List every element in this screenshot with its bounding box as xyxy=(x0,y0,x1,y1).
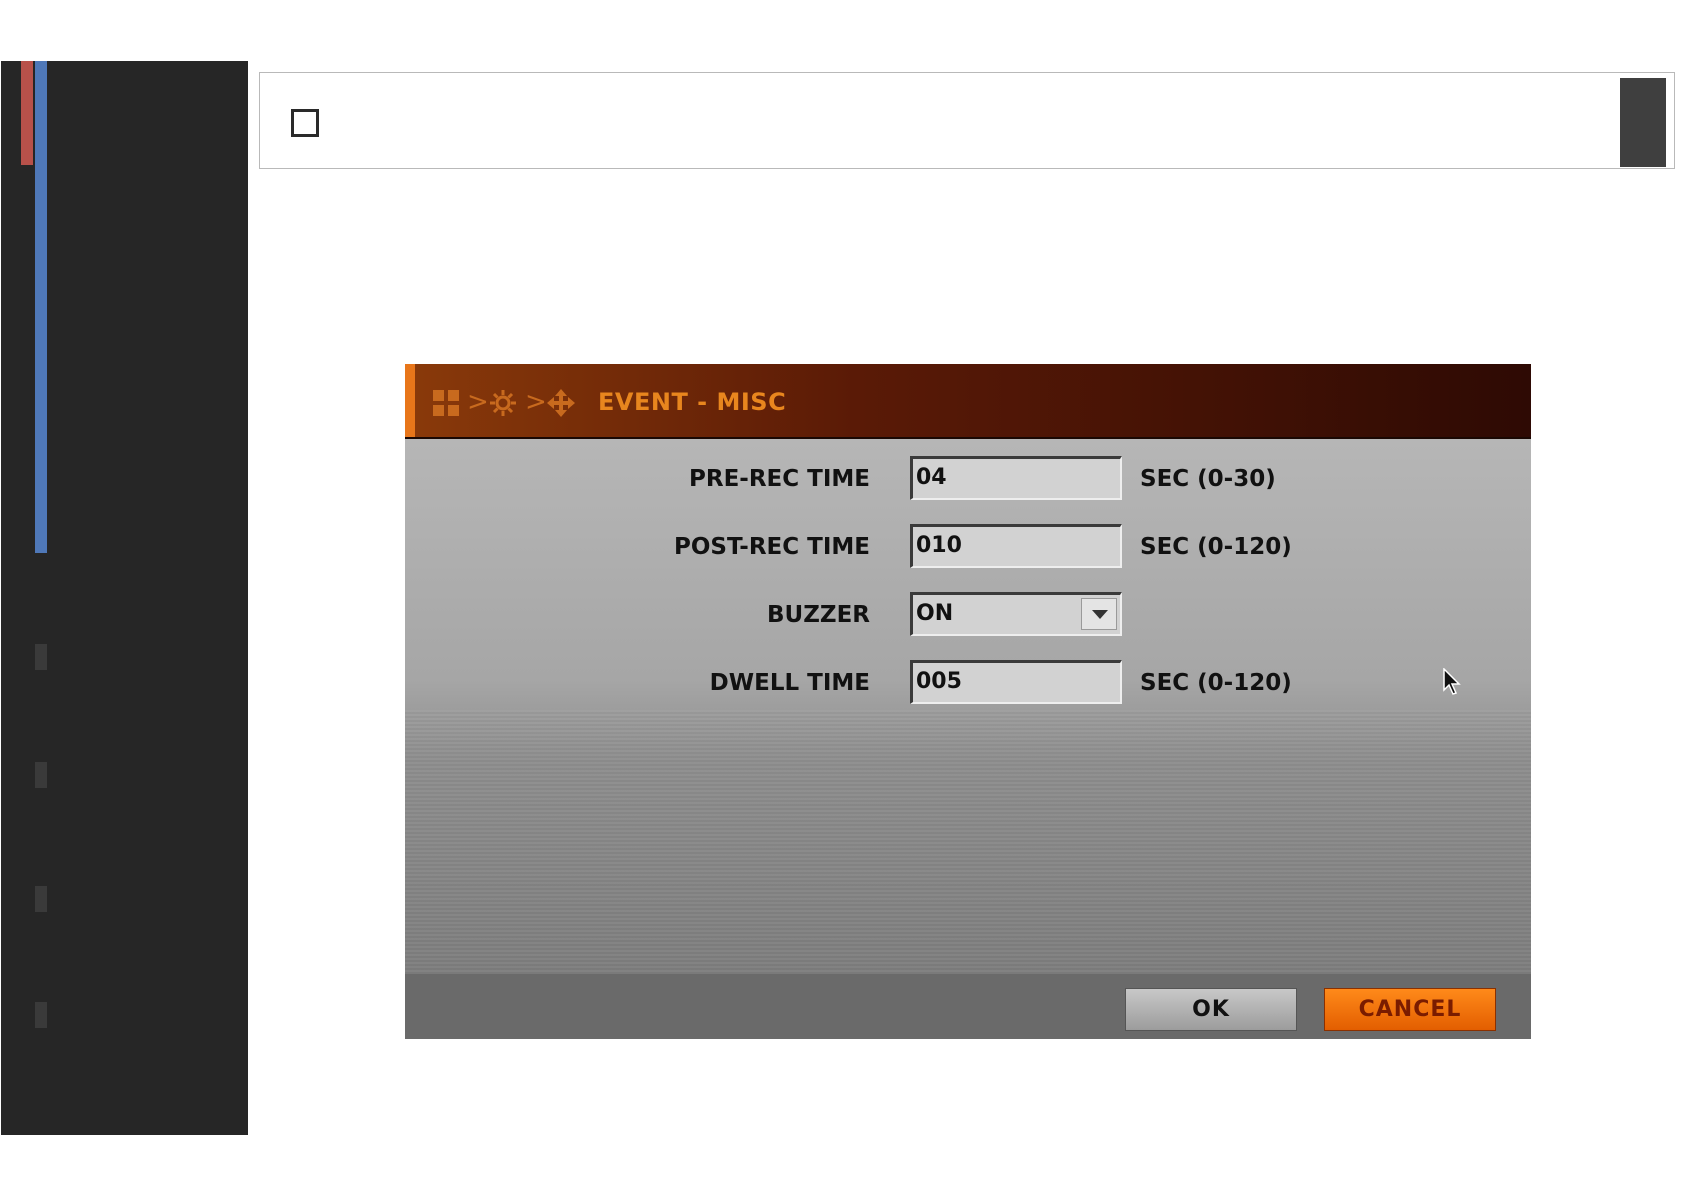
dialog-body: PRE-REC TIME 04 SEC (0-30) POST-REC TIME… xyxy=(405,439,1531,974)
pre-rec-time-unit: SEC (0-30) xyxy=(1140,466,1276,492)
buzzer-selected-value: ON xyxy=(916,601,954,626)
dialog-footer: OK CANCEL xyxy=(405,974,1531,1039)
breadcrumb-separator: > xyxy=(467,387,489,417)
pre-rec-time-label: PRE-REC TIME xyxy=(689,466,870,492)
event-misc-dialog: > > EVENT - MISC PRE-REC TIME 04 SEC (0-… xyxy=(405,364,1531,1039)
checkbox[interactable] xyxy=(291,109,319,137)
dialog-title-bar: > > EVENT - MISC xyxy=(405,364,1531,439)
title-accent-stripe xyxy=(405,364,415,437)
side-marker[interactable] xyxy=(35,644,47,670)
pre-rec-time-input[interactable]: 04 xyxy=(910,456,1122,500)
cancel-button[interactable]: CANCEL xyxy=(1324,988,1496,1031)
dwell-time-unit: SEC (0-120) xyxy=(1140,670,1292,696)
move-icon xyxy=(546,388,576,418)
top-toolbar xyxy=(259,72,1675,169)
toolbar-handle-button[interactable] xyxy=(1620,78,1666,167)
dwell-time-input[interactable]: 005 xyxy=(910,660,1122,704)
side-marker[interactable] xyxy=(35,762,47,788)
grid-icon xyxy=(433,390,459,416)
buzzer-label: BUZZER xyxy=(767,602,870,628)
blue-indicator-bar xyxy=(35,61,47,553)
post-rec-time-label: POST-REC TIME xyxy=(674,534,870,560)
left-side-panel xyxy=(1,61,248,1135)
post-rec-time-input[interactable]: 010 xyxy=(910,524,1122,568)
side-marker[interactable] xyxy=(35,1002,47,1028)
dialog-title: EVENT - MISC xyxy=(598,388,787,416)
chevron-down-icon[interactable] xyxy=(1081,598,1117,630)
buzzer-select[interactable]: ON xyxy=(910,592,1122,636)
dwell-time-label: DWELL TIME xyxy=(709,670,870,696)
red-indicator-bar xyxy=(21,61,33,165)
breadcrumb-separator: > xyxy=(525,387,547,417)
post-rec-time-unit: SEC (0-120) xyxy=(1140,534,1292,560)
gear-icon xyxy=(488,388,518,418)
ok-button[interactable]: OK xyxy=(1125,988,1297,1031)
side-marker[interactable] xyxy=(35,886,47,912)
